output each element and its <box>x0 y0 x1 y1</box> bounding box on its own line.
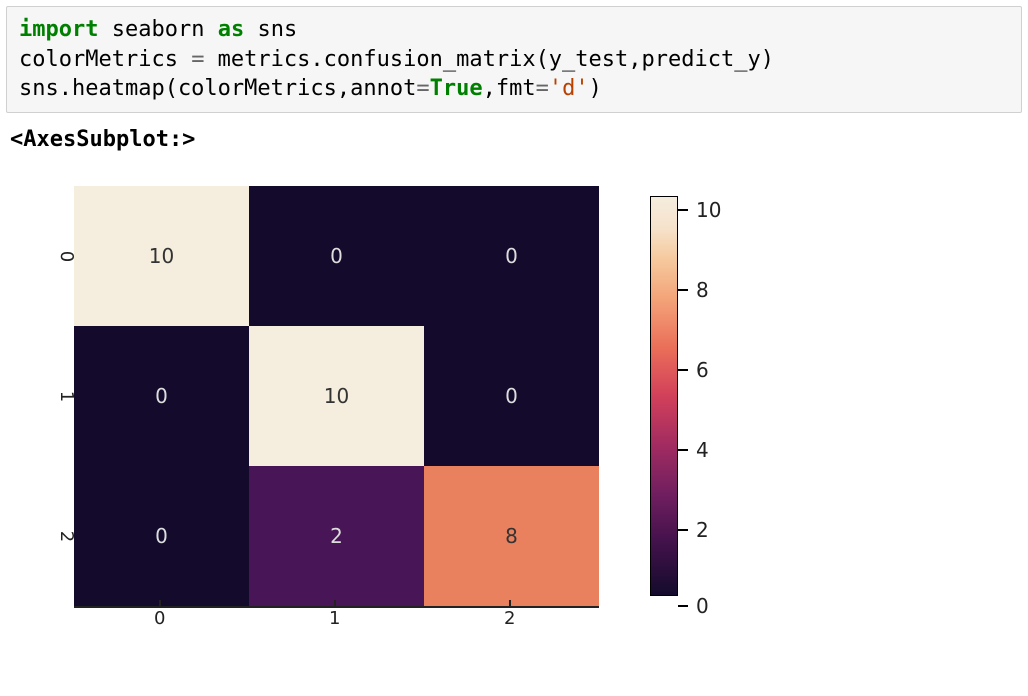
hm-cell-0-2: 0 <box>424 186 599 326</box>
code-line3-a: sns.heatmap(colorMetrics,annot <box>19 76 416 101</box>
equals-sign: = <box>416 76 429 101</box>
heatmap-plot: 0 1 2 10 0 0 0 10 0 0 2 8 0 1 2 <box>10 176 810 656</box>
hm-cell-1-2: 0 <box>424 326 599 466</box>
notebook-page: import seaborn as sns colorMetrics = met… <box>0 0 1028 676</box>
hm-cell-2-2: 8 <box>424 466 599 606</box>
alias-name: sns <box>257 17 297 42</box>
string-literal: 'd' <box>549 76 589 101</box>
y-tick-0: 0 <box>32 246 72 267</box>
hm-cell-2-0: 0 <box>74 466 249 606</box>
cbar-tick-6: 6 <box>678 358 709 382</box>
hm-cell-2-1: 2 <box>249 466 424 606</box>
keyword-import: import <box>19 17 98 42</box>
colorbar: 10 8 6 4 2 0 <box>650 186 790 616</box>
code-line2-a: colorMetrics <box>19 47 191 72</box>
x-axis-ticks: 0 1 2 <box>74 608 599 648</box>
bool-true: True <box>430 76 483 101</box>
hm-cell-0-1: 0 <box>249 186 424 326</box>
hm-cell-1-1: 10 <box>249 326 424 466</box>
code-line3-d: ) <box>589 76 602 101</box>
heatmap-grid: 10 0 0 0 10 0 0 2 8 <box>74 186 599 606</box>
cbar-tick-8: 8 <box>678 278 709 302</box>
x-tick-2: 2 <box>504 608 515 629</box>
cbar-tick-4: 4 <box>678 438 709 462</box>
cbar-tick-10: 10 <box>678 198 721 222</box>
y-tick-2: 2 <box>32 526 72 547</box>
y-tick-1: 1 <box>32 386 72 407</box>
x-tick-1: 1 <box>329 608 340 629</box>
equals-sign: = <box>191 47 204 72</box>
output-repr: <AxesSubplot:> <box>10 127 1022 152</box>
hm-cell-0-0: 10 <box>74 186 249 326</box>
cbar-tick-2: 2 <box>678 518 709 542</box>
colorbar-ticks: 10 8 6 4 2 0 <box>678 196 778 596</box>
y-axis-ticks: 0 1 2 <box>32 186 72 606</box>
cbar-tick-0: 0 <box>678 594 709 618</box>
x-tick-0: 0 <box>154 608 165 629</box>
colorbar-gradient <box>650 196 678 596</box>
equals-sign: = <box>536 76 549 101</box>
hm-cell-1-0: 0 <box>74 326 249 466</box>
code-line2-b: metrics.confusion_matrix(y_test,predict_… <box>204 47 774 72</box>
code-cell[interactable]: import seaborn as sns colorMetrics = met… <box>6 6 1022 113</box>
module-name: seaborn <box>112 17 205 42</box>
code-line3-c: ,fmt <box>483 76 536 101</box>
keyword-as: as <box>218 17 245 42</box>
